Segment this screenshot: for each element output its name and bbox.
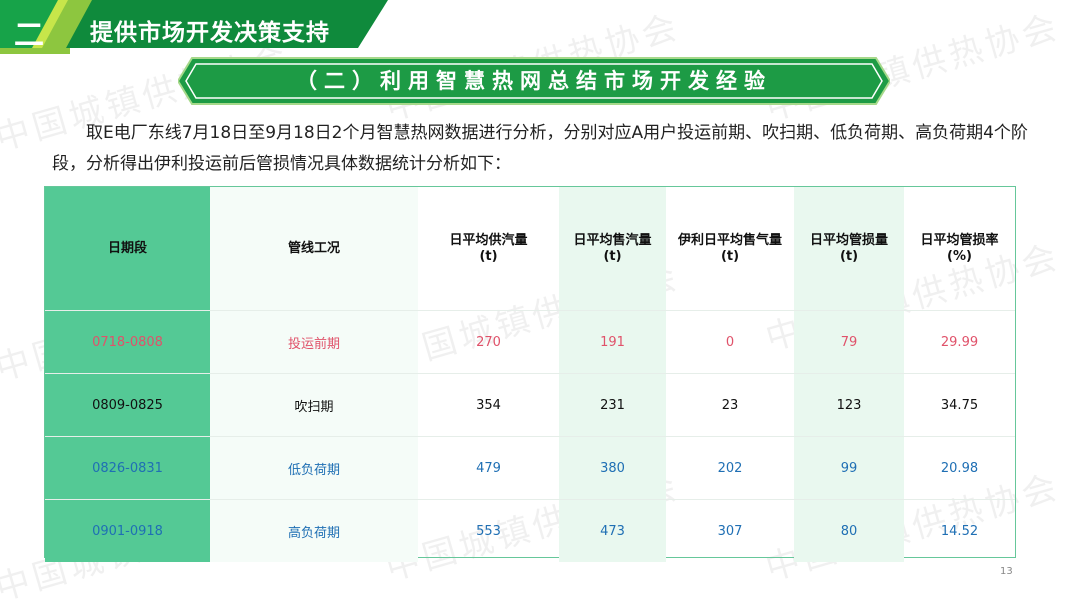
table-cell: 231 [559, 373, 666, 437]
table-cell: 99 [794, 436, 904, 500]
table-body: 0718-0808 投运前期 270 191 0 79 29.99 0809-0825 吹扫期 3… [45, 310, 1015, 562]
table-cell: 0901-0918 [45, 499, 210, 562]
table-cell: 29.99 [904, 310, 1015, 374]
statistics-table: 日期段 管线工况 日平均供汽量 (t) 日平均售汽量 (t) 伊利日平均售气量 (t) 日平均管… [44, 186, 1016, 562]
table-cell: 20.98 [904, 436, 1015, 500]
table-cell: 高负荷期 [210, 499, 418, 562]
table-row: 0718-0808 投运前期 270 191 0 79 29.99 [45, 310, 1015, 374]
table-cell: 投运前期 [210, 310, 418, 374]
table-row: 0826-0831 低负荷期 479 380 202 99 20.98 [45, 436, 1015, 500]
column-header: 日平均售汽量 (t) [559, 187, 666, 311]
table-cell: 270 [418, 310, 559, 374]
table-cell: 202 [666, 436, 794, 500]
section-header: 二 提供市场开发决策支持 [0, 0, 388, 56]
table-cell: 低负荷期 [210, 436, 418, 500]
section-number: 二 [14, 18, 46, 53]
table-cell: 191 [559, 310, 666, 374]
column-header: 日期段 [45, 187, 210, 311]
table-cell: 0 [666, 310, 794, 374]
column-header: 管线工况 [210, 187, 418, 311]
column-header: 伊利日平均售气量 (t) [666, 187, 794, 311]
table-cell: 0718-0808 [45, 310, 210, 374]
table-cell: 79 [794, 310, 904, 374]
column-header: 日平均管损量 (t) [794, 187, 904, 311]
table-cell: 吹扫期 [210, 373, 418, 437]
column-header: 日平均供汽量 (t) [418, 187, 559, 311]
banner-title: （二）利用智慧热网总结市场开发经验 [296, 69, 772, 93]
table-cell: 0826-0831 [45, 436, 210, 500]
table-header-row: 日期段 管线工况 日平均供汽量 (t) 日平均售汽量 (t) 伊利日平均售气量 (t) 日平均管… [45, 187, 1015, 311]
section-title: 提供市场开发决策支持 [90, 20, 330, 46]
subsection-banner: （二）利用智慧热网总结市场开发经验 [178, 56, 890, 106]
table-cell: 307 [717, 523, 743, 539]
table-cell: 479 [418, 436, 559, 500]
table-row: 0809-0825 吹扫期 354 231 23 123 34.75 [45, 373, 1015, 437]
table-cell: 14.52 [940, 523, 979, 539]
table-cell: 123 [794, 373, 904, 437]
column-header: 日平均管损率 (%) [904, 187, 1015, 311]
page-number: 13 [1000, 566, 1013, 577]
intro-paragraph: 取E电厂东线7月18日至9月18日2个月智慧热网数据进行分析，分别对应A用户投运… [52, 123, 1028, 174]
table-cell: 34.75 [904, 373, 1015, 437]
table-cell: 80 [794, 499, 904, 562]
table-cell: 380 [559, 436, 666, 500]
table-cell: 553 [476, 523, 501, 539]
table-row: 0901-0918 高负荷期 553 473 307 80 14.52 [45, 499, 1015, 562]
statistics-table-grid: 日期段 管线工况 日平均供汽量 (t) 日平均售汽量 (t) 伊利日平均售气量 (t) 日平均管… [45, 187, 1015, 562]
table-cell: 354 [418, 373, 559, 437]
table-cell: 0809-0825 [45, 373, 210, 437]
table-cell: 23 [666, 373, 794, 437]
table-cell: 473 [559, 499, 666, 562]
